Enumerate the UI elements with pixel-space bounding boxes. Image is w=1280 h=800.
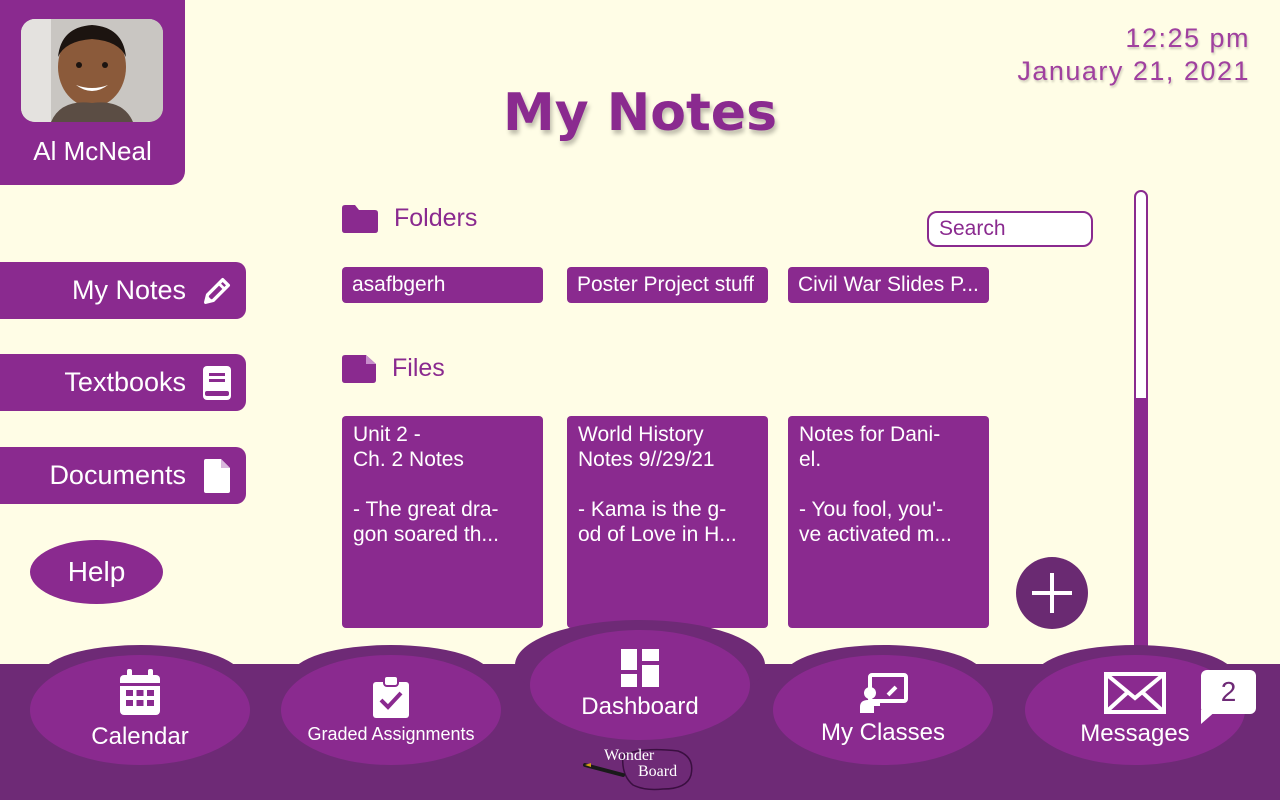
sidebar-item-documents[interactable]: Documents [0, 447, 246, 504]
sidebar-item-label: Textbooks [64, 367, 186, 397]
logo-text: Wonder Board [598, 748, 677, 780]
presentation-icon [860, 673, 908, 713]
file-card[interactable]: Notes for Dani- el. - You fool, you'- ve… [788, 416, 989, 628]
file-title: Notes 9//29/21 [578, 448, 715, 471]
add-note-button[interactable] [1016, 557, 1088, 629]
envelope-icon [1104, 672, 1166, 714]
logo-line2: Board [638, 763, 678, 780]
folders-heading-label: Folders [394, 204, 478, 232]
clock: 12:25 pm January 21, 2021 [1017, 22, 1250, 88]
nav-label: Calendar [91, 723, 189, 750]
nav-label: Graded Assignments [307, 723, 475, 744]
pencil-icon [200, 271, 234, 311]
nav-graded-assignments[interactable]: Graded Assignments [281, 655, 501, 765]
plus-icon [1032, 573, 1072, 613]
file-preview: - You fool, you'- [799, 498, 944, 521]
nav-calendar[interactable]: Calendar [30, 655, 250, 765]
nav-label: Dashboard [581, 693, 699, 720]
folder-item-label: Poster Project stuff [577, 273, 755, 296]
book-icon [200, 363, 234, 403]
files-heading: Files [342, 354, 445, 383]
folder-item-label: Civil War Slides P... [798, 273, 979, 296]
folder-item-label: asafbgerh [352, 273, 446, 296]
files-heading-label: Files [392, 354, 445, 382]
folder-item[interactable]: Poster Project stuff [567, 267, 768, 303]
file-card[interactable]: World History Notes 9//29/21 - Kama is t… [567, 416, 768, 628]
file-title: Notes for Dani- [799, 423, 941, 446]
file-card[interactable]: Unit 2 - Ch. 2 Notes - The great dra- go… [342, 416, 543, 628]
file-preview: gon soared th... [353, 523, 499, 546]
messages-badge: 2 [1201, 670, 1256, 714]
file-preview: - The great dra- [353, 498, 499, 521]
clock-time: 12:25 pm [1125, 23, 1250, 53]
nav-my-classes[interactable]: My Classes [773, 655, 993, 765]
sidebar-item-label: Documents [49, 460, 186, 490]
logo-line1: Wonder [604, 747, 655, 764]
file-title: el. [799, 448, 822, 471]
file-icon [342, 354, 376, 383]
file-title: Unit 2 - [353, 423, 421, 446]
nav-label: My Classes [820, 719, 946, 746]
nav-dashboard[interactable]: Dashboard [530, 630, 750, 740]
calendar-icon [120, 669, 160, 715]
file-title: World History [578, 423, 704, 446]
clipboard-check-icon [373, 675, 409, 718]
page-title: My Notes [502, 83, 778, 143]
sidebar-item-textbooks[interactable]: Textbooks [0, 354, 246, 411]
folder-item[interactable]: Civil War Slides P... [788, 267, 989, 303]
sidebar-item-my-notes[interactable]: My Notes [0, 262, 246, 319]
sidebar-item-label: My Notes [71, 275, 186, 305]
folder-icon [342, 204, 378, 233]
file-title: Ch. 2 Notes [353, 448, 464, 471]
nav-label: Messages [1080, 720, 1190, 747]
file-preview: ve activated m... [799, 523, 952, 546]
scrollbar-thumb[interactable] [1134, 398, 1148, 670]
folders-heading: Folders [342, 204, 477, 233]
folder-item[interactable]: asafbgerh [342, 267, 543, 303]
file-preview: - Kama is the g- [578, 498, 727, 521]
file-preview: od of Love in H... [578, 523, 737, 546]
search-input[interactable] [927, 211, 1093, 247]
dashboard-icon [621, 649, 659, 687]
help-button[interactable]: Help [30, 540, 163, 604]
document-icon [200, 456, 234, 496]
